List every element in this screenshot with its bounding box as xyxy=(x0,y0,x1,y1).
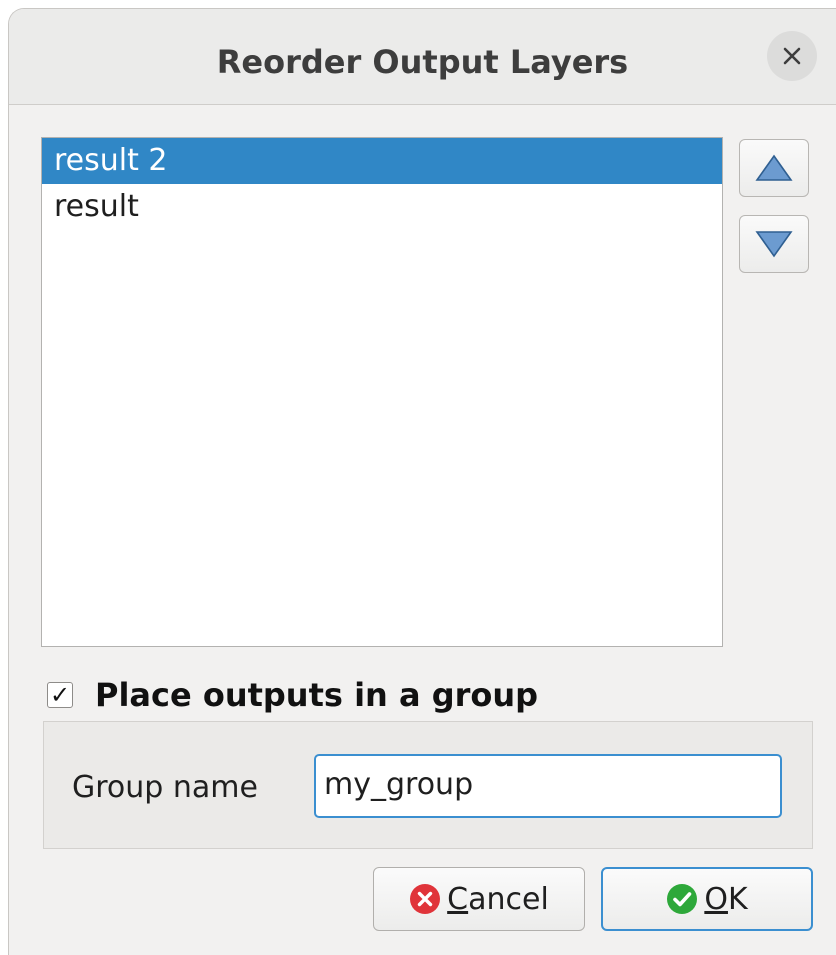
cancel-icon xyxy=(410,884,441,914)
cancel-label: Cancel xyxy=(447,881,549,917)
ok-label: OK xyxy=(704,881,748,917)
place-in-group-option[interactable]: ✓ Place outputs in a group xyxy=(47,673,538,717)
list-item-result[interactable]: result xyxy=(42,184,722,230)
triangle-down-icon xyxy=(755,231,793,258)
triangle-up-icon xyxy=(755,154,793,181)
dialog-title: Reorder Output Layers xyxy=(216,43,629,81)
group-settings-panel: Group name my_group xyxy=(43,721,813,849)
place-in-group-label[interactable]: Place outputs in a group xyxy=(95,676,538,714)
close-icon xyxy=(783,47,801,65)
list-item-result-2[interactable]: result 2 xyxy=(42,138,722,184)
check-icon: ✓ xyxy=(49,681,71,709)
title-bar: Reorder Output Layers xyxy=(9,9,836,105)
cancel-button[interactable]: Cancel xyxy=(373,867,585,931)
move-down-button[interactable] xyxy=(739,215,809,273)
output-layers-list[interactable]: result 2 result xyxy=(41,137,723,647)
group-name-label: Group name xyxy=(72,770,258,805)
check-circle-icon xyxy=(667,884,698,914)
place-in-group-checkbox[interactable]: ✓ xyxy=(47,682,73,708)
move-up-button[interactable] xyxy=(739,139,809,197)
close-button[interactable] xyxy=(767,31,817,81)
ok-button[interactable]: OK xyxy=(601,867,813,931)
reorder-output-layers-dialog: Reorder Output Layers result 2 result ✓ … xyxy=(8,8,836,955)
group-name-input[interactable]: my_group xyxy=(314,754,782,818)
